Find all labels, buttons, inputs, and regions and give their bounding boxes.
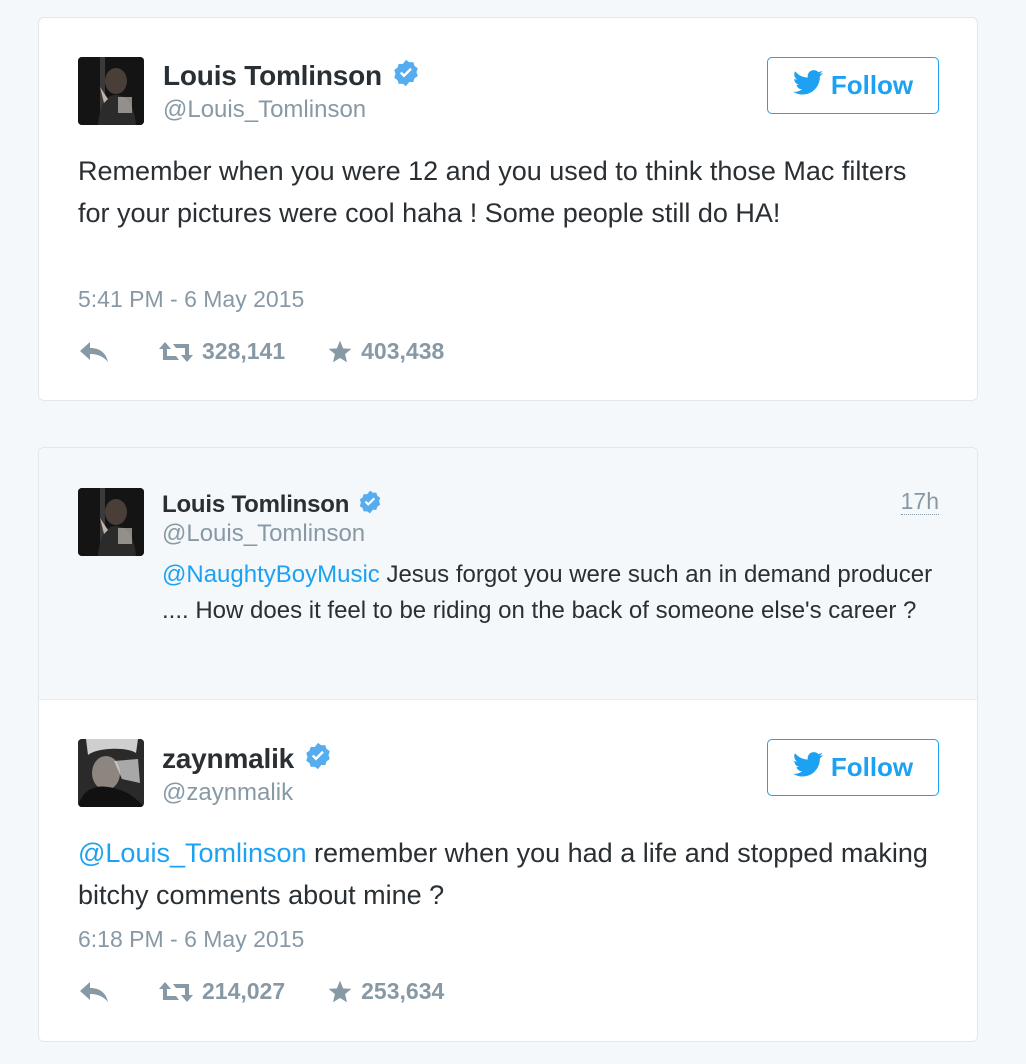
follow-label: Follow	[830, 752, 914, 782]
handle[interactable]: @zaynmalik	[162, 779, 293, 807]
tweet-text: Remember when you were 12 and you used t…	[78, 156, 907, 228]
timestamp[interactable]: 6:18 PM - 6 May 2015	[78, 926, 304, 953]
avatar[interactable]	[78, 739, 144, 807]
display-name[interactable]: zaynmalik	[162, 743, 294, 775]
reply-icon[interactable]	[78, 980, 110, 1004]
retweet-icon[interactable]	[158, 980, 194, 1004]
reply-icon[interactable]	[78, 340, 110, 364]
verified-badge-icon	[357, 489, 383, 520]
avatar-photo-icon	[78, 739, 144, 807]
avatar-photo-icon	[78, 488, 144, 556]
quoted-author-name-row: Louis Tomlinson	[162, 489, 383, 520]
follow-button[interactable]: Follow	[767, 57, 939, 114]
quoted-tweet-text: @NaughtyBoyMusic Jesus forgot you were s…	[162, 557, 937, 629]
display-name[interactable]: Louis Tomlinson	[163, 60, 382, 92]
quoted-display-name[interactable]: Louis Tomlinson	[162, 491, 349, 519]
avatar[interactable]	[78, 57, 144, 125]
follow-label: Follow	[830, 70, 914, 100]
verified-badge-icon	[303, 741, 333, 776]
tweet-card-louis: Louis Tomlinson @Louis_Tomlinson Follow …	[38, 17, 978, 401]
favorite-count[interactable]: 403,438	[361, 338, 444, 365]
avatar-photo-icon	[78, 57, 144, 125]
relative-time[interactable]: 17h	[900, 488, 939, 515]
tweet-actions: 214,027 253,634	[78, 978, 486, 1005]
star-icon[interactable]	[327, 979, 353, 1005]
favorite-count[interactable]: 253,634	[361, 978, 444, 1005]
retweet-count[interactable]: 328,141	[202, 338, 285, 365]
tweet-text: @Louis_Tomlinson remember when you had a…	[78, 832, 937, 916]
quoted-handle[interactable]: @Louis_Tomlinson	[162, 520, 365, 548]
follow-button[interactable]: Follow	[767, 739, 939, 796]
timestamp[interactable]: 5:41 PM - 6 May 2015	[78, 286, 304, 313]
twitter-bird-icon	[792, 69, 823, 102]
star-icon[interactable]	[327, 339, 353, 365]
twitter-bird-icon	[792, 751, 823, 784]
author-name-row: zaynmalik	[162, 741, 333, 776]
retweet-icon[interactable]	[158, 340, 194, 364]
retweet-count[interactable]: 214,027	[202, 978, 285, 1005]
handle[interactable]: @Louis_Tomlinson	[163, 96, 366, 124]
author-name-row: Louis Tomlinson	[163, 58, 421, 93]
mention-link[interactable]: @NaughtyBoyMusic	[162, 561, 380, 588]
tweet-card-zayn: Louis Tomlinson @Louis_Tomlinson 17h @Na…	[38, 447, 978, 1042]
mention-link[interactable]: @Louis_Tomlinson	[78, 838, 307, 868]
quoted-avatar[interactable]	[78, 488, 144, 556]
tweet-actions: 328,141 403,438	[78, 338, 486, 365]
quoted-tweet[interactable]: Louis Tomlinson @Louis_Tomlinson 17h @Na…	[39, 448, 977, 700]
verified-badge-icon	[391, 58, 421, 93]
